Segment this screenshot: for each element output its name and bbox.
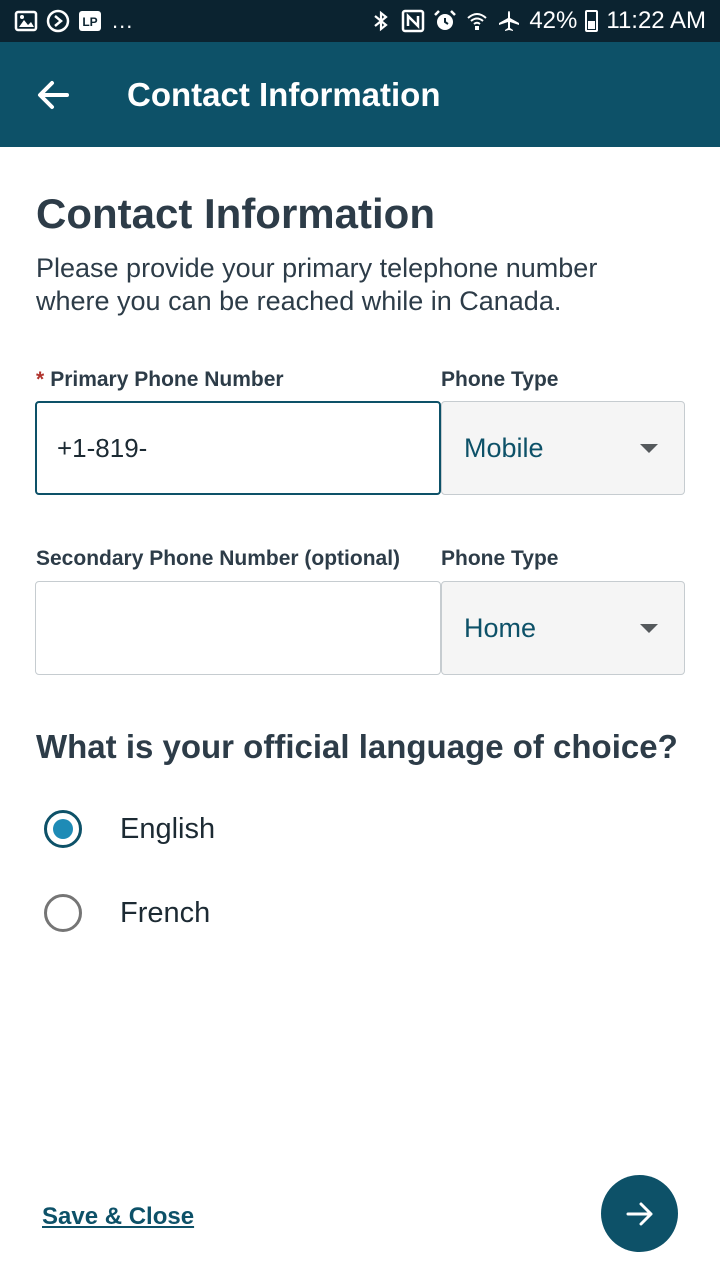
status-left: LP ...: [14, 8, 133, 34]
battery-icon: [585, 10, 599, 32]
bluetooth-icon: [369, 9, 393, 33]
nfc-icon: [401, 9, 425, 33]
image-icon: [14, 9, 38, 33]
secondary-phone-type-label: Phone Type: [441, 547, 559, 570]
save-close-link[interactable]: Save & Close: [42, 1203, 194, 1231]
secondary-phone-type-select[interactable]: Home: [441, 581, 685, 675]
clock: 11:22 AM: [606, 7, 706, 34]
radio-option-french[interactable]: French: [44, 894, 210, 932]
required-marker: *: [36, 368, 45, 391]
radio-label-english: English: [120, 812, 216, 845]
secondary-phone-label: Secondary Phone Number (optional): [36, 547, 401, 570]
chevron-down-icon: [640, 443, 658, 453]
status-bar: LP ... 42% 11:22 AM: [0, 0, 720, 42]
battery-fill: [588, 21, 596, 29]
lp-icon: LP: [78, 9, 102, 33]
app-bar-title: Contact Information: [127, 75, 441, 113]
airplane-icon: [497, 9, 521, 33]
primary-phone-type-value: Mobile: [464, 432, 544, 463]
page-title: Contact Information: [36, 190, 435, 237]
primary-phone-input[interactable]: [35, 401, 441, 495]
radio-label-french: French: [120, 896, 211, 929]
alarm-icon: [433, 9, 457, 33]
primary-phone-type-select[interactable]: Mobile: [441, 401, 685, 495]
app-bar: Contact Information: [0, 42, 720, 147]
primary-phone-type-label: Phone Type: [441, 368, 559, 391]
next-button[interactable]: [601, 1175, 678, 1252]
battery-percent: 42%: [529, 7, 578, 34]
arrow-left-icon: [38, 80, 69, 109]
lp-icon-text: LP: [82, 15, 97, 29]
primary-phone-label-text: Primary Phone Number: [50, 368, 284, 391]
page-description: Please provide your primary telephone nu…: [36, 253, 598, 316]
language-question: What is your official language of choice…: [36, 728, 678, 765]
radio-button[interactable]: [44, 894, 82, 932]
wifi-icon: [465, 9, 489, 33]
status-right: 42% 11:22 AM: [369, 7, 706, 35]
arrow-right-icon: [626, 1202, 652, 1225]
sync-icon: [46, 9, 70, 33]
secondary-phone-type-value: Home: [464, 612, 537, 643]
primary-phone-label: * Primary Phone Number: [36, 368, 284, 392]
secondary-phone-input[interactable]: [35, 581, 441, 675]
status-overflow-dots: ...: [112, 8, 134, 33]
radio-button-selected[interactable]: [44, 810, 82, 848]
radio-option-english[interactable]: English: [44, 810, 215, 848]
back-button[interactable]: [23, 65, 83, 125]
chevron-down-icon: [640, 623, 658, 633]
radio-dot: [53, 819, 73, 839]
